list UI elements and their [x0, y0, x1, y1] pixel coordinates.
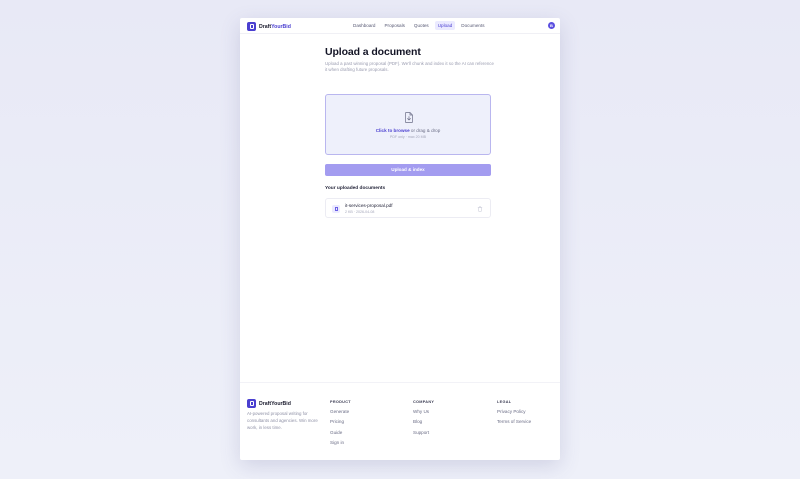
footer-brand-name-part2: YourBid: [271, 400, 291, 407]
footer-link-blog[interactable]: Blog: [413, 419, 434, 424]
footer-link-sign-in[interactable]: Sign in: [330, 440, 351, 445]
trash-icon[interactable]: [476, 205, 484, 213]
dropzone-text: Click to browse or drag & drop: [326, 128, 490, 133]
page-subtitle: Upload a past winning proposal (PDF). We…: [325, 61, 494, 73]
footer-column-title: LEGAL: [497, 400, 512, 404]
file-dropzone[interactable]: Click to browse or drag & drop PDF only …: [325, 94, 491, 155]
nav-item-dashboard[interactable]: Dashboard: [350, 21, 378, 30]
footer-column-legal: LEGAL Privacy Policy Terms of Service: [497, 400, 531, 430]
main-content: Upload a document Upload a past winning …: [325, 46, 494, 218]
nav-item-documents[interactable]: Documents: [458, 21, 487, 30]
footer-brand-name: DraftYourBid: [259, 401, 291, 407]
footer-brand-name-part1: Draft: [259, 400, 272, 407]
document-row[interactable]: it-services-proposal.pdf 2 KB · 2026-04-…: [325, 198, 491, 218]
upload-index-button[interactable]: Upload & index: [325, 164, 491, 176]
avatar[interactable]: B: [548, 22, 555, 29]
logo-icon: [247, 22, 256, 31]
footer-column-title: COMPANY: [413, 400, 435, 404]
top-nav: DraftYourBid Dashboard Proposals Quotes …: [240, 18, 560, 34]
page-title: Upload a document: [325, 46, 421, 58]
brand-name-part1: Draft: [259, 23, 272, 30]
footer-link-why-us[interactable]: Why Us: [413, 409, 434, 414]
uploaded-documents-title: Your uploaded documents: [325, 186, 386, 191]
dropzone-hint: PDF only · max 20 MB: [389, 135, 427, 139]
footer-column-title: PRODUCT: [330, 400, 351, 404]
footer-link-terms-of-service[interactable]: Terms of Service: [497, 419, 531, 424]
file-icon: [332, 205, 340, 213]
footer-link-support[interactable]: Support: [413, 430, 434, 435]
file-download-icon: [405, 112, 413, 123]
footer-link-generate[interactable]: Generate: [330, 409, 351, 414]
app-window: DraftYourBid Dashboard Proposals Quotes …: [240, 18, 560, 460]
browse-link[interactable]: Click to browse: [376, 128, 410, 133]
nav-item-proposals[interactable]: Proposals: [381, 21, 407, 30]
nav-links: Dashboard Proposals Quotes Upload Docume…: [350, 21, 488, 30]
footer-column-product: PRODUCT Generate Pricing Guide Sign in: [330, 400, 351, 451]
footer-column-company: COMPANY Why Us Blog Support: [413, 400, 434, 440]
nav-item-quotes[interactable]: Quotes: [411, 21, 432, 30]
nav-item-upload[interactable]: Upload: [434, 21, 456, 30]
footer-link-pricing[interactable]: Pricing: [330, 419, 351, 424]
brand-name-part2: YourBid: [271, 23, 291, 30]
document-meta: 2 KB · 2026-04-08: [345, 209, 375, 214]
document-name: it-services-proposal.pdf: [345, 203, 393, 208]
dropzone-rest-text: or drag & drop: [409, 128, 441, 133]
footer-link-privacy-policy[interactable]: Privacy Policy: [497, 409, 531, 414]
brand-name: DraftYourBid: [259, 24, 291, 30]
logo-icon: [247, 399, 256, 408]
footer: DraftYourBid AI-powered proposal writing…: [240, 382, 560, 460]
brand[interactable]: DraftYourBid: [247, 22, 291, 31]
footer-brand[interactable]: DraftYourBid: [247, 399, 291, 408]
footer-link-guide[interactable]: Guide: [330, 430, 351, 435]
footer-description: AI-powered proposal writing for consulta…: [247, 411, 318, 431]
